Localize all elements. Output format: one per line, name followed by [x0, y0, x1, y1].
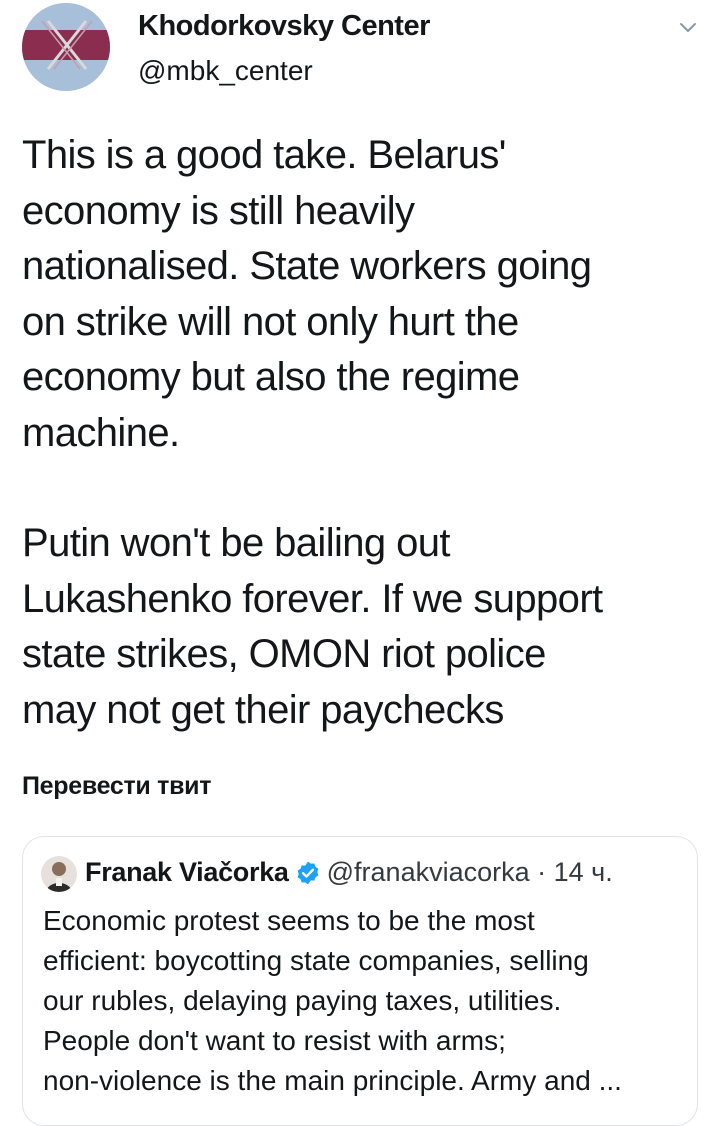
tweet-paragraph: This is a good take. Belarus' economy is…: [22, 133, 592, 455]
quoted-author-handle: @franakviacorka: [326, 857, 530, 887]
quoted-tweet-header: Franak Viačorka @franakviacorka · 14 ч.: [85, 857, 613, 888]
author-name[interactable]: Khodorkovsky Center: [138, 10, 430, 43]
quoted-author-avatar: [41, 856, 77, 892]
quoted-tweet-text: Economic protest seems to be the most ef…: [43, 905, 622, 1096]
chevron-down-icon[interactable]: [676, 16, 700, 40]
profile-avatar[interactable]: [22, 3, 110, 91]
translate-tweet-link[interactable]: Перевести твит: [22, 772, 211, 801]
meta-separator: ·: [529, 857, 554, 887]
tweet-paragraph: Putin won't be bailing out Lukashenko fo…: [22, 521, 603, 732]
quoted-tweet-card[interactable]: Franak Viačorka @franakviacorka · 14 ч. …: [22, 836, 698, 1126]
quoted-author-name: Franak Viačorka: [85, 857, 289, 887]
quoted-timestamp: 14 ч.: [553, 857, 613, 887]
verified-badge-icon: [295, 860, 321, 886]
tweet-text: This is a good take. Belarus' economy is…: [22, 128, 712, 738]
author-handle[interactable]: @mbk_center: [138, 55, 313, 87]
